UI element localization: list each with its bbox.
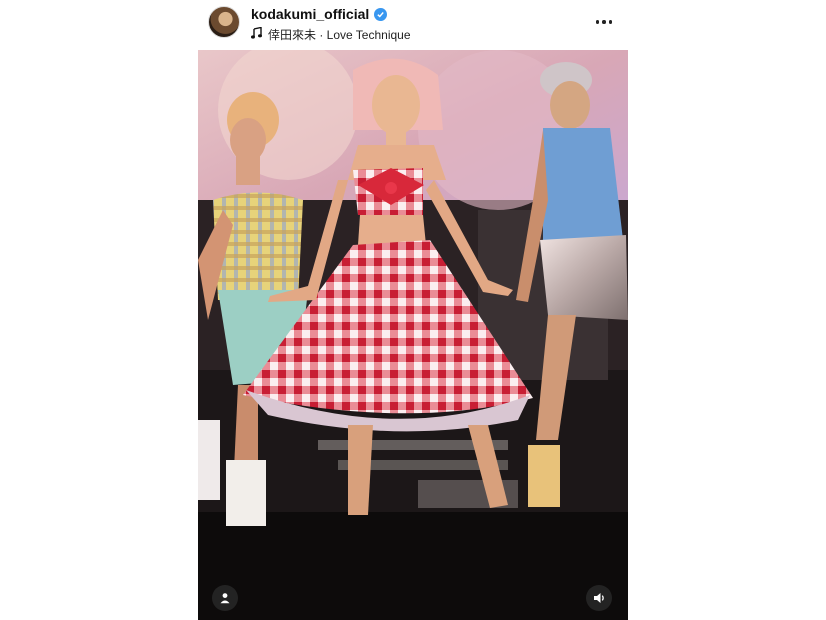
verified-badge-icon	[374, 7, 388, 21]
username-row: kodakumi_official	[251, 6, 388, 22]
audio-label: 倖田來未 · Love Technique	[268, 28, 411, 42]
speaker-icon[interactable]	[586, 585, 612, 611]
post-media[interactable]	[198, 50, 628, 620]
username-link[interactable]: kodakumi_official	[251, 6, 369, 22]
more-options-icon[interactable]	[594, 14, 614, 30]
music-note-icon	[251, 26, 262, 42]
user-tag-icon[interactable]	[212, 585, 238, 611]
concert-photo	[198, 50, 628, 620]
post-header: kodakumi_official 倖田來未 · Love Technique	[198, 0, 628, 50]
profile-avatar[interactable]	[208, 6, 240, 38]
audio-row[interactable]: 倖田來未 · Love Technique	[251, 26, 411, 43]
